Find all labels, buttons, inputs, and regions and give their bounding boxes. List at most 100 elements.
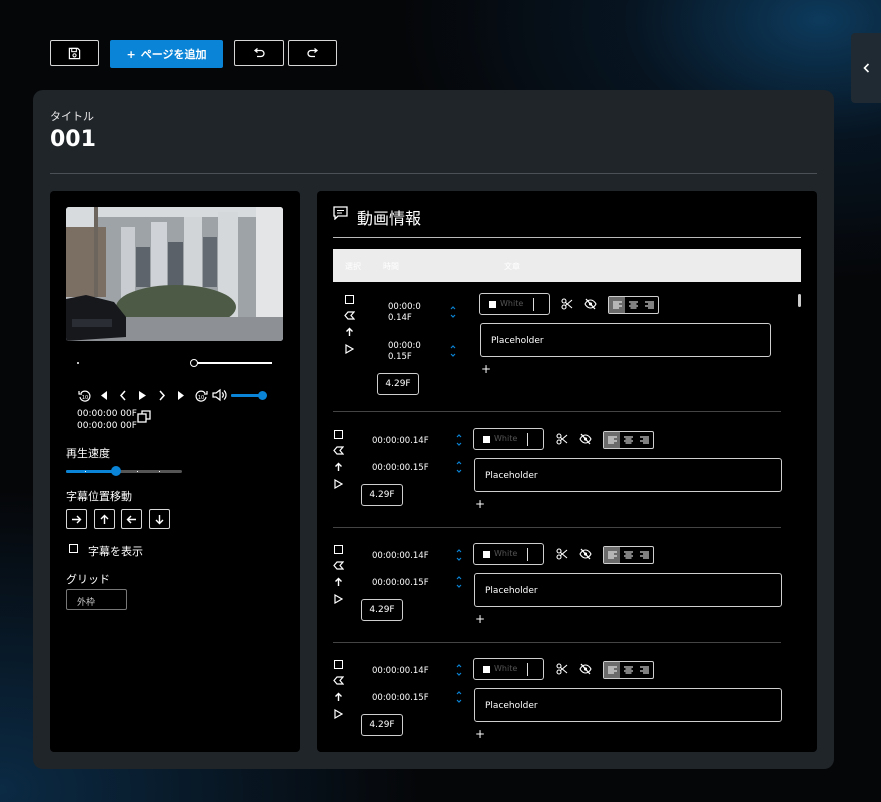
eye-off-icon[interactable] (584, 298, 597, 310)
start-stepper-icon[interactable] (455, 432, 463, 448)
start-time[interactable]: 00:00:0 0.14F (388, 302, 421, 324)
forward-10-icon[interactable]: 10 (194, 389, 208, 403)
grid-select[interactable]: 外枠 (66, 589, 127, 610)
copy-icon[interactable] (137, 410, 151, 424)
timecode-current: 00:00:00 00F (77, 409, 137, 419)
end-stepper-icon[interactable] (455, 689, 463, 705)
align-left-icon[interactable] (604, 662, 621, 678)
end-time[interactable]: 00:00:00.15F (372, 463, 429, 474)
duration-field[interactable]: 4.29F (361, 714, 403, 736)
end-time[interactable]: 00:00:0 0.15F (388, 341, 421, 363)
add-line-button[interactable]: + (481, 362, 491, 376)
end-stepper-icon[interactable] (449, 343, 457, 359)
subtitle-text-field[interactable]: Placeholder (474, 688, 782, 722)
play-icon[interactable] (137, 390, 147, 401)
arrow-up-icon[interactable] (334, 577, 343, 587)
scissors-icon[interactable] (556, 433, 568, 445)
rewind-10-icon[interactable]: 10 (78, 389, 92, 403)
align-left-icon[interactable] (609, 297, 626, 313)
eye-off-icon[interactable] (579, 433, 592, 445)
align-center-icon[interactable] (625, 297, 641, 313)
scissors-icon[interactable] (561, 298, 573, 310)
duration-field[interactable]: 4.29F (361, 599, 403, 621)
align-center-icon[interactable] (620, 432, 636, 448)
volume-icon[interactable] (212, 388, 228, 402)
tag-icon[interactable] (333, 561, 344, 570)
align-left-icon[interactable] (604, 547, 621, 563)
step-forward-icon[interactable] (157, 390, 167, 401)
play-icon[interactable] (334, 594, 343, 604)
add-line-button[interactable]: + (475, 727, 485, 741)
eye-off-icon[interactable] (579, 548, 592, 560)
subtitle-text-field[interactable]: Placeholder (480, 323, 771, 357)
row-checkbox[interactable] (334, 430, 343, 439)
subtitle-text-field[interactable]: Placeholder (474, 458, 782, 492)
play-icon[interactable] (345, 344, 354, 354)
scissors-icon[interactable] (556, 548, 568, 560)
color-select[interactable]: White (473, 658, 544, 680)
start-time[interactable]: 00:00:00.14F (372, 666, 429, 677)
tag-icon[interactable] (344, 311, 355, 320)
skip-forward-icon[interactable] (176, 390, 186, 401)
start-stepper-icon[interactable] (455, 662, 463, 678)
align-right-icon[interactable] (642, 297, 658, 313)
save-button[interactable] (50, 40, 99, 66)
subtitle-text-field[interactable]: Placeholder (474, 573, 782, 607)
move-right-button[interactable] (66, 509, 87, 529)
undo-button[interactable] (234, 40, 284, 66)
row-checkbox[interactable] (334, 545, 343, 554)
collapse-sidebar-button[interactable] (851, 33, 881, 103)
show-subtitles-checkbox[interactable] (69, 544, 78, 553)
seek-bar[interactable] (193, 362, 272, 364)
duration-field[interactable]: 4.29F (361, 484, 403, 506)
align-center-icon[interactable] (620, 547, 636, 563)
speed-label: 再生速度 (66, 447, 110, 460)
redo-button[interactable] (288, 40, 337, 66)
align-left-icon[interactable] (604, 432, 621, 448)
color-select[interactable]: White (473, 543, 544, 565)
align-center-icon[interactable] (620, 662, 636, 678)
play-icon[interactable] (334, 479, 343, 489)
end-time[interactable]: 00:00:00.15F (372, 578, 429, 589)
start-stepper-icon[interactable] (455, 547, 463, 563)
align-right-icon[interactable] (637, 662, 653, 678)
color-select[interactable]: White (473, 428, 544, 450)
end-stepper-icon[interactable] (455, 459, 463, 475)
volume-handle[interactable] (258, 391, 267, 400)
move-up-button[interactable] (94, 509, 115, 529)
start-time[interactable]: 00:00:00.14F (372, 436, 429, 447)
speed-slider-fill (66, 470, 116, 473)
add-page-button[interactable]: + ページを追加 (110, 40, 223, 68)
end-time[interactable]: 00:00:00.15F (372, 693, 429, 704)
add-line-button[interactable]: + (475, 497, 485, 511)
duration-field[interactable]: 4.29F (377, 373, 419, 395)
video-preview[interactable] (66, 207, 283, 341)
seek-handle[interactable] (190, 359, 198, 367)
play-icon[interactable] (334, 709, 343, 719)
start-time[interactable]: 00:00:00.14F (372, 551, 429, 562)
tag-icon[interactable] (333, 676, 344, 685)
alignment-group (603, 661, 654, 679)
add-line-button[interactable]: + (475, 612, 485, 626)
skip-back-icon[interactable] (99, 390, 109, 401)
arrow-up-icon[interactable] (334, 462, 343, 472)
start-stepper-icon[interactable] (449, 304, 457, 320)
row-checkbox[interactable] (345, 295, 354, 304)
move-left-button[interactable] (121, 509, 142, 529)
scissors-icon[interactable] (556, 663, 568, 675)
tag-icon[interactable] (333, 446, 344, 455)
end-stepper-icon[interactable] (455, 574, 463, 590)
color-swatch (483, 551, 490, 558)
align-right-icon[interactable] (637, 432, 653, 448)
panel-title: 動画情報 (357, 209, 422, 228)
color-select[interactable]: White (479, 293, 550, 315)
move-down-button[interactable] (149, 509, 170, 529)
eye-off-icon[interactable] (579, 663, 592, 675)
align-right-icon[interactable] (637, 547, 653, 563)
speed-handle[interactable] (111, 466, 121, 476)
step-back-icon[interactable] (118, 390, 128, 401)
arrow-up-icon[interactable] (334, 692, 343, 702)
row-checkbox[interactable] (334, 660, 343, 669)
scrollbar[interactable] (798, 294, 801, 307)
arrow-up-icon[interactable] (345, 327, 354, 337)
